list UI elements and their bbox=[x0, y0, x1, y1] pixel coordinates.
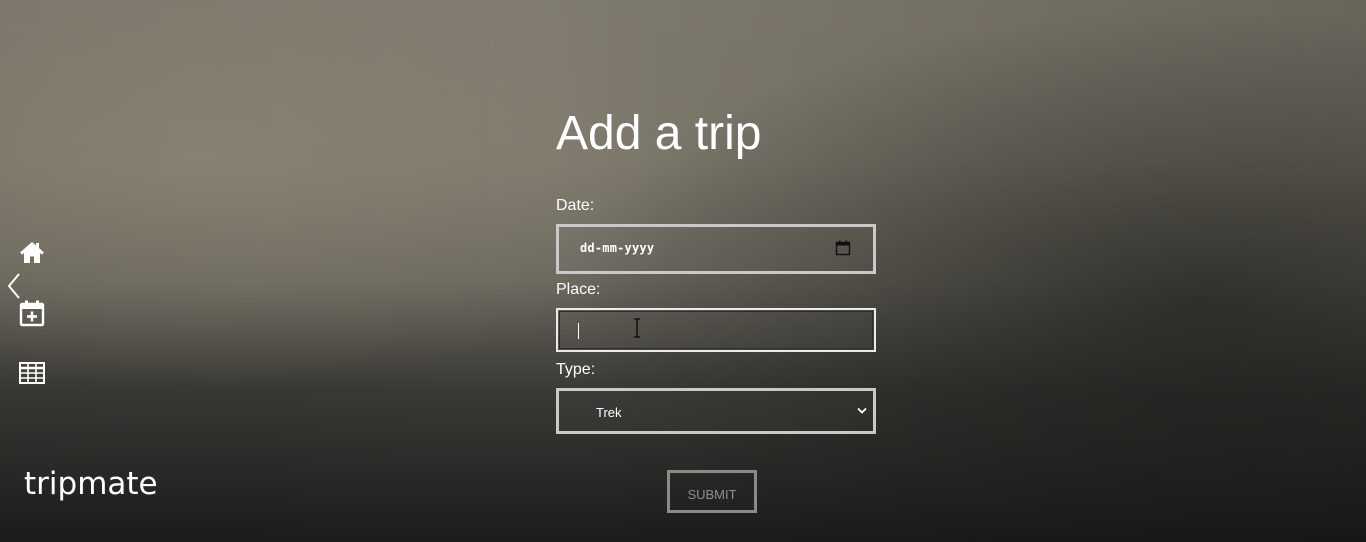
page-title: Add a trip bbox=[556, 107, 762, 160]
calendar-picker-icon[interactable] bbox=[835, 240, 851, 256]
sidebar bbox=[0, 0, 80, 542]
brand-logo-text: tripmate bbox=[24, 466, 158, 502]
place-label: Place: bbox=[556, 281, 601, 298]
type-selected-value: Trek bbox=[596, 405, 622, 420]
chevron-left-icon[interactable] bbox=[6, 272, 22, 300]
date-input[interactable]: dd-mm-yyyy bbox=[556, 224, 876, 274]
home-icon[interactable] bbox=[18, 238, 46, 266]
text-caret bbox=[578, 323, 579, 339]
type-label: Type: bbox=[556, 361, 596, 378]
place-input[interactable] bbox=[556, 308, 876, 352]
calendar-plus-icon[interactable] bbox=[18, 299, 46, 327]
chevron-down-icon bbox=[857, 407, 867, 415]
text-cursor-icon bbox=[632, 318, 642, 338]
type-select[interactable]: Trek bbox=[556, 388, 876, 434]
table-icon[interactable] bbox=[18, 359, 46, 387]
date-placeholder: dd-mm-yyyy bbox=[580, 241, 655, 255]
submit-button[interactable]: SUBMIT bbox=[667, 470, 757, 513]
date-label: Date: bbox=[556, 197, 595, 214]
